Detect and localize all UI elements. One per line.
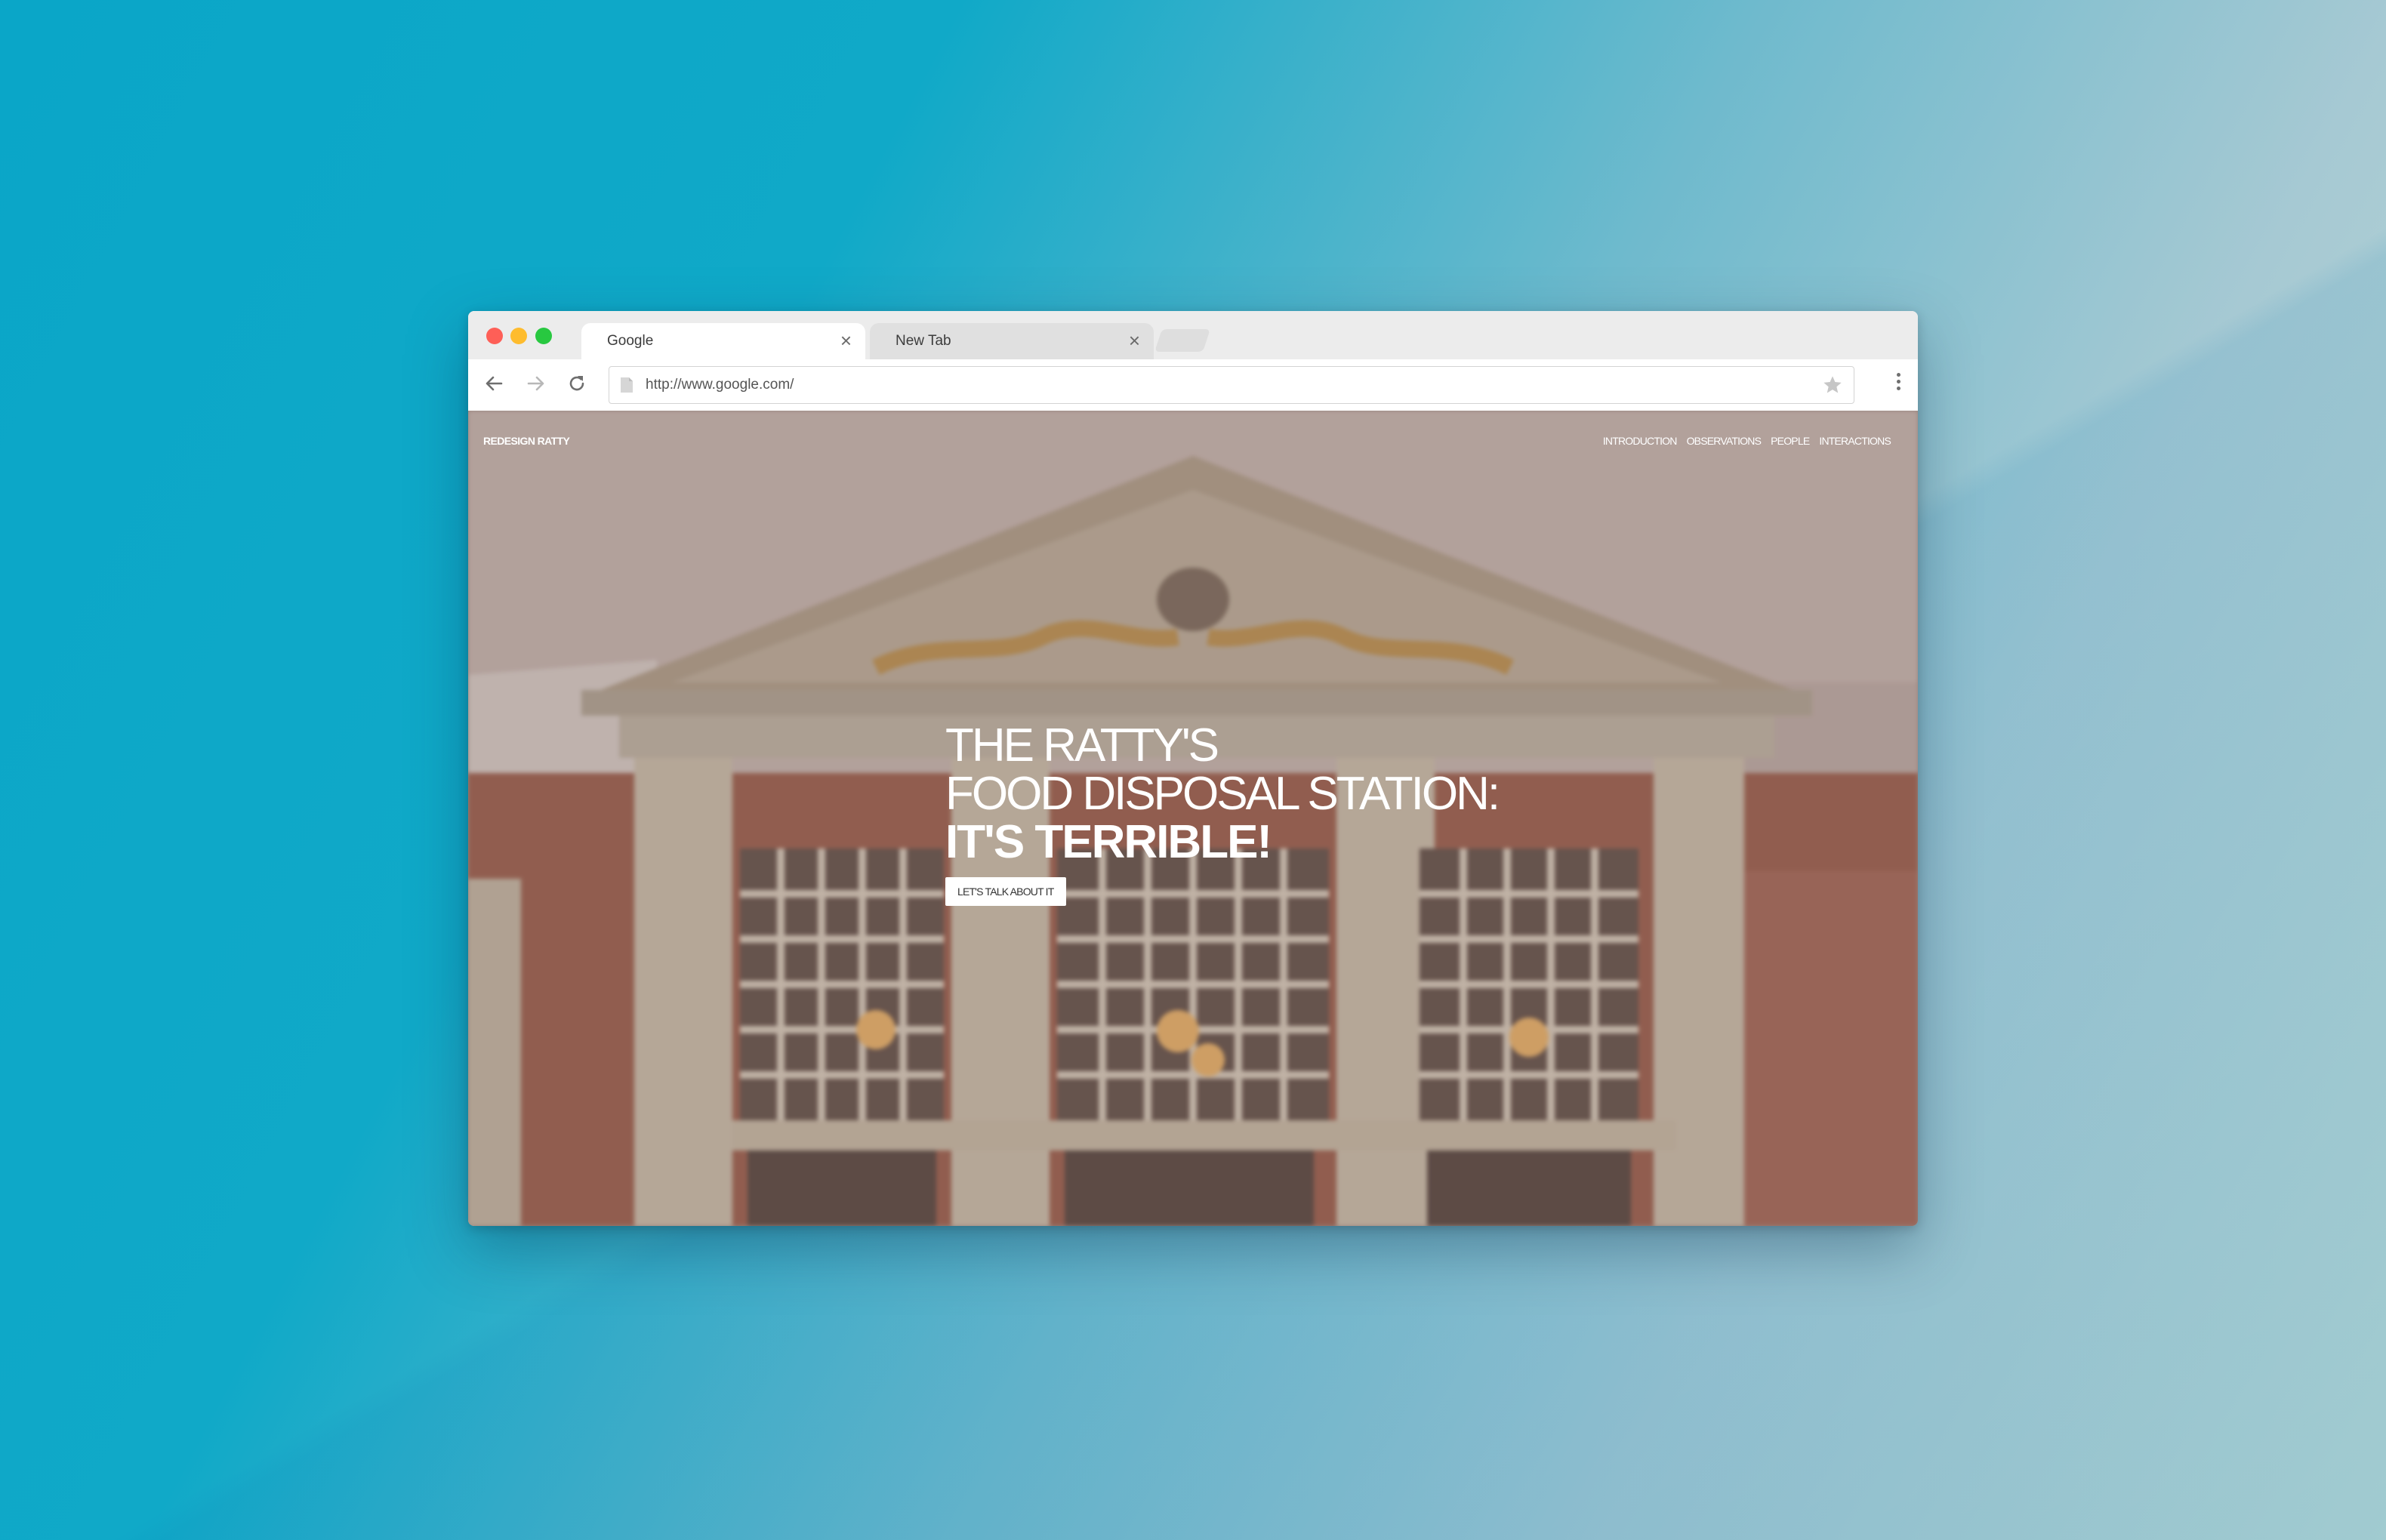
back-arrow-icon[interactable]: [479, 368, 509, 399]
close-icon[interactable]: ×: [840, 331, 852, 350]
close-icon[interactable]: ×: [1129, 331, 1140, 350]
nav-observations[interactable]: OBSERVATIONS: [1687, 435, 1762, 447]
hero-headline-line-1: THE RATTY'S: [945, 719, 1219, 772]
web-page: REDESIGN RATTY INTRODUCTION OBSERVATIONS…: [468, 411, 1918, 1226]
nav-introduction[interactable]: INTRODUCTION: [1603, 435, 1678, 447]
tab-bar: Google × New Tab ×: [468, 311, 1918, 360]
close-window-button[interactable]: [486, 328, 503, 344]
lets-talk-button[interactable]: LET'S TALK ABOUT IT: [945, 877, 1066, 906]
menu-dots-icon[interactable]: [1897, 373, 1901, 393]
page-icon: [620, 377, 633, 397]
site-logo[interactable]: REDESIGN RATTY: [483, 435, 570, 447]
forward-arrow-icon[interactable]: [521, 368, 551, 399]
maximize-window-button[interactable]: [535, 328, 552, 344]
tab-title: New Tab: [896, 333, 951, 349]
tab-google[interactable]: Google ×: [581, 323, 865, 359]
hero-headline-line-3: IT'S TERRIBLE!: [945, 816, 1272, 868]
url-text[interactable]: http://www.google.com/: [646, 377, 794, 393]
star-icon[interactable]: [1822, 374, 1843, 399]
tab-new-tab[interactable]: New Tab ×: [870, 323, 1154, 359]
tab-title: Google: [607, 333, 654, 349]
nav-interactions[interactable]: INTERACTIONS: [1819, 435, 1891, 447]
new-tab-button[interactable]: [1154, 329, 1210, 352]
nav-people[interactable]: PEOPLE: [1771, 435, 1810, 447]
site-nav: INTRODUCTION OBSERVATIONS PEOPLE INTERAC…: [1603, 435, 1891, 447]
reload-icon[interactable]: [562, 368, 592, 399]
hero-headline-line-2: FOOD DISPOSAL STATION:: [945, 768, 1500, 820]
hero-section: THE RATTY'S FOOD DISPOSAL STATION: IT'S …: [945, 719, 1500, 906]
minimize-window-button[interactable]: [510, 328, 527, 344]
browser-toolbar: http://www.google.com/: [468, 359, 1918, 411]
address-bar[interactable]: http://www.google.com/: [609, 366, 1854, 404]
browser-window: Google × New Tab × http://www.google.com…: [468, 311, 1918, 1226]
